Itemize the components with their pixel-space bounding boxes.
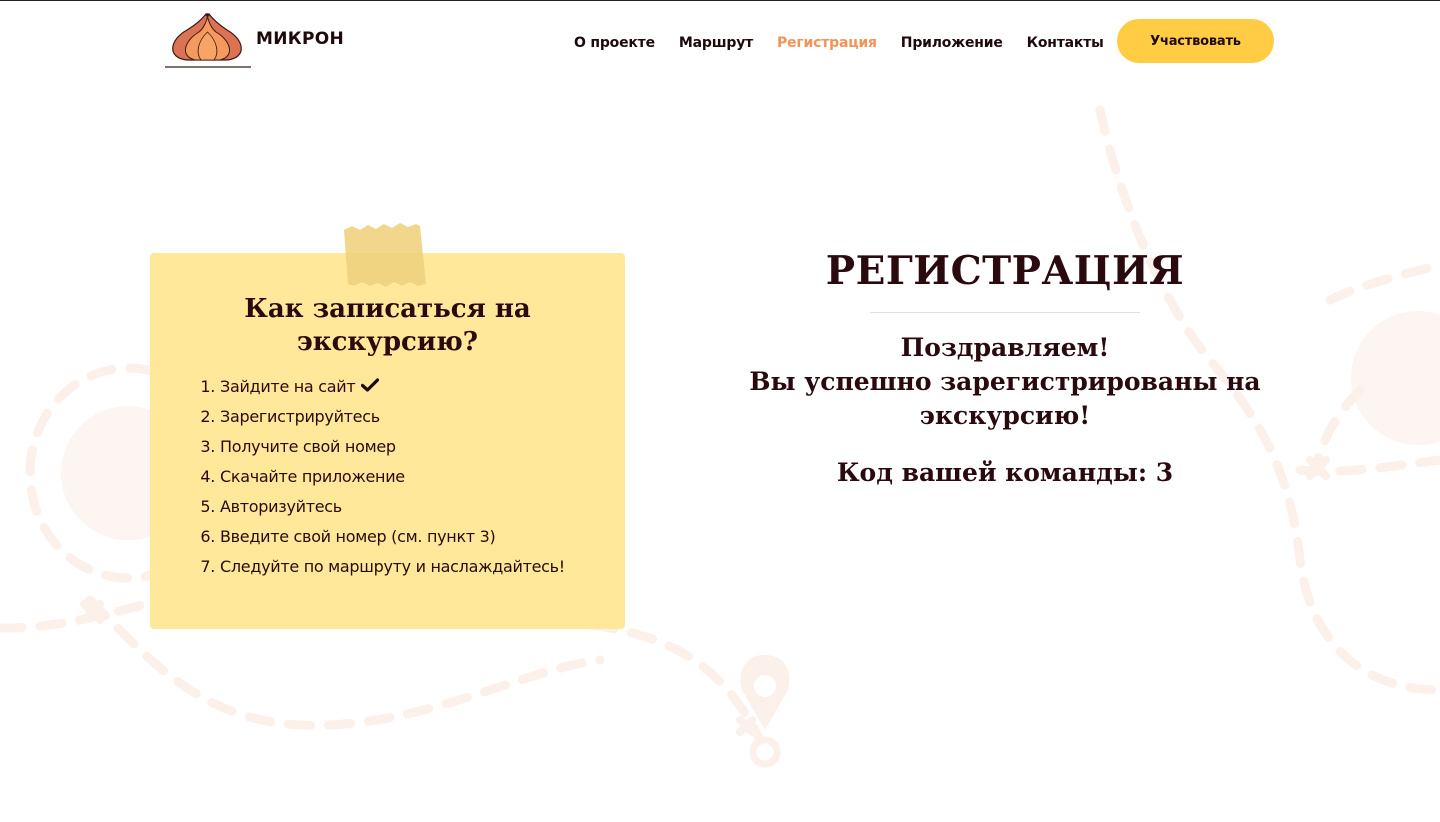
step-item: 5. Авторизуйтесь	[180, 491, 565, 521]
main-nav: О проекте Маршрут Регистрация Приложение…	[574, 35, 1128, 51]
step-text: Зайдите на сайт	[220, 376, 356, 396]
step-number: 4.	[200, 466, 215, 486]
success-message: Поздравляем! Вы успешно зарегистрированы…	[700, 331, 1310, 433]
nav-link-registration[interactable]: Регистрация	[777, 35, 877, 51]
site-header: МИКРОН О проекте Маршрут Регистрация При…	[0, 0, 1440, 80]
step-text: Получите свой номер	[220, 436, 396, 456]
success-message-line1: Поздравляем!	[900, 333, 1110, 362]
instructions-title-line2: экскурсию?	[296, 327, 479, 357]
logo[interactable]: МИКРОН	[165, 12, 344, 68]
success-message-line2: Вы успешно зарегистрированы на	[749, 367, 1261, 396]
nav-link-app[interactable]: Приложение	[901, 35, 1003, 51]
instructions-card: Как записаться на экскурсию? 1. Зайдите …	[150, 253, 625, 629]
step-item: 1. Зайдите на сайт	[180, 371, 565, 401]
step-text: Следуйте по маршруту и наслаждайтесь!	[220, 556, 565, 576]
step-text: Скачайте приложение	[220, 466, 405, 486]
checkmark-icon	[361, 377, 380, 396]
nav-link-about[interactable]: О проекте	[574, 35, 655, 51]
step-text: Зарегистрируйтесь	[220, 406, 380, 426]
onion-dome-icon	[165, 13, 251, 68]
step-number: 1.	[200, 376, 215, 396]
instructions-title: Как записаться на экскурсию?	[150, 293, 625, 359]
step-item: 6. Введите свой номер (см. пункт 3)	[180, 521, 565, 551]
nav-link-contacts[interactable]: Контакты	[1027, 35, 1104, 51]
step-number: 6.	[200, 526, 215, 546]
instructions-title-line1: Как записаться на	[244, 294, 531, 324]
page-title: РЕГИСТРАЦИЯ	[825, 248, 1185, 294]
nav-link-route[interactable]: Маршрут	[679, 35, 753, 51]
step-text: Введите свой номер (см. пункт 3)	[220, 526, 496, 546]
title-divider	[870, 312, 1140, 313]
step-number: 7.	[200, 556, 215, 576]
step-item: 2. Зарегистрируйтесь	[180, 401, 565, 431]
brand-name: МИКРОН	[256, 29, 344, 49]
step-item: 7. Следуйте по маршруту и наслаждайтесь!	[180, 551, 565, 581]
instructions-steps-list: 1. Зайдите на сайт 2. Зарегистрируйтесь …	[180, 371, 565, 581]
step-item: 3. Получите свой номер	[180, 431, 565, 461]
step-item: 4. Скачайте приложение	[180, 461, 565, 491]
step-number: 5.	[200, 496, 215, 516]
tape-decoration	[344, 223, 426, 287]
success-message-line3: экскурсию!	[919, 401, 1091, 430]
team-code: Код вашей команды: 3	[836, 458, 1174, 487]
participate-button[interactable]: Участвовать	[1117, 19, 1274, 63]
step-number: 3.	[200, 436, 215, 456]
step-number: 2.	[200, 406, 215, 426]
step-text: Авторизуйтесь	[220, 496, 342, 516]
